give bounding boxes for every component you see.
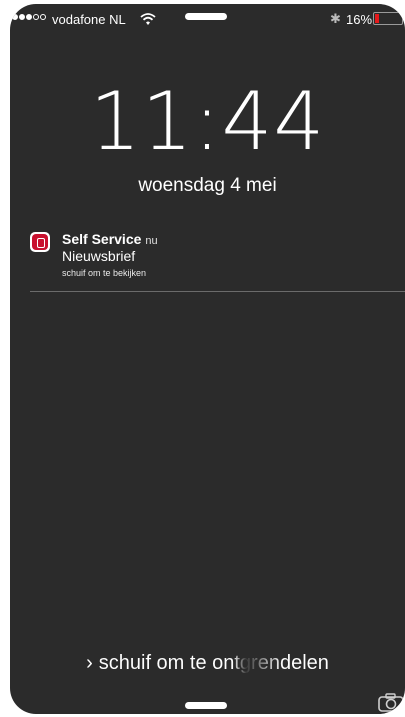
- notification-message: Nieuwsbrief: [62, 248, 136, 264]
- slide-to-unlock[interactable]: › schuif om te ontgrendelen: [10, 650, 405, 676]
- signal-dot: [26, 14, 32, 20]
- self-service-app-icon: [30, 232, 50, 252]
- status-bar: vodafone NL ✱ 16%: [10, 4, 405, 34]
- notification-divider: [30, 291, 405, 292]
- phone-device: vodafone NL ✱ 16% 11:44 woensdag 4 mei S…: [0, 0, 405, 717]
- notification-card[interactable]: Self Service nu Nieuwsbrief schuif om te …: [30, 228, 400, 292]
- battery-level-fill: [375, 14, 379, 23]
- signal-dot: [33, 14, 39, 20]
- camera-icon[interactable]: [378, 692, 404, 712]
- lock-screen: vodafone NL ✱ 16% 11:44 woensdag 4 mei S…: [10, 4, 405, 714]
- bluetooth-icon: ✱: [330, 11, 341, 26]
- app-icon-glyph: [37, 238, 45, 248]
- chevron-right-icon: ›: [86, 652, 93, 674]
- notification-time: nu: [145, 235, 158, 247]
- signal-dot: [19, 14, 25, 20]
- notification-app-name: Self Service: [62, 231, 142, 247]
- signal-dot: [12, 14, 18, 20]
- lock-screen-date: woensdag 4 mei: [138, 175, 277, 196]
- top-grabber-handle[interactable]: [185, 13, 227, 20]
- wifi-icon: [140, 13, 156, 25]
- bottom-grabber-handle[interactable]: [185, 702, 227, 709]
- carrier-name: vodafone NL: [52, 12, 126, 27]
- battery-icon: [373, 12, 403, 25]
- unlock-prompt-text: schuif om te ontgrendelen: [98, 652, 329, 674]
- battery-percentage: 16%: [346, 12, 373, 27]
- app-icon-background: [32, 234, 48, 250]
- signal-strength-icon: [12, 14, 46, 20]
- notification-hint: schuif om te bekijken: [62, 268, 147, 278]
- signal-dot: [40, 14, 46, 20]
- lock-screen-clock: 11:44: [89, 75, 326, 168]
